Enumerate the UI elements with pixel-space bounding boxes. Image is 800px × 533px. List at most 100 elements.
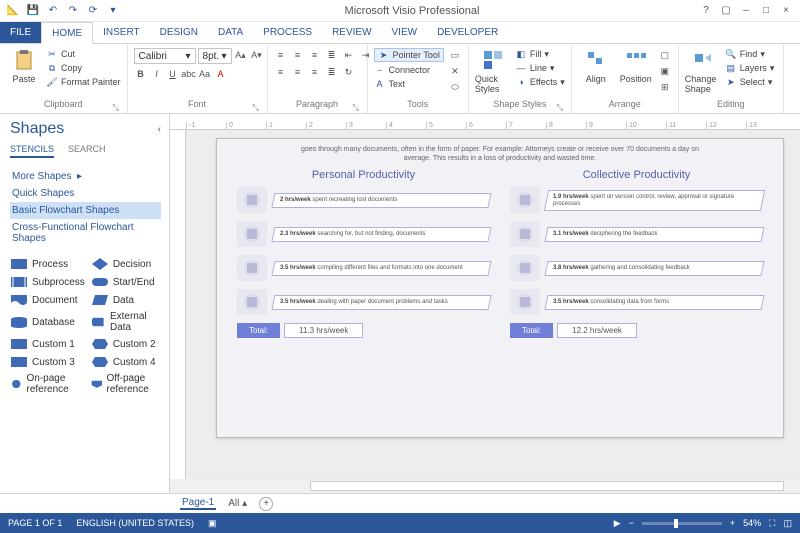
- align-center-icon[interactable]: ≡: [291, 65, 305, 79]
- increase-font-icon[interactable]: A▴: [234, 48, 248, 62]
- page-tab[interactable]: Page-1: [180, 497, 216, 510]
- indent-dec-icon[interactable]: ⇤: [342, 48, 356, 62]
- zoom-slider[interactable]: [642, 522, 722, 525]
- quick-styles-button[interactable]: Quick Styles: [475, 48, 511, 94]
- line-button[interactable]: ―Line ▾: [515, 62, 565, 74]
- select-button[interactable]: ➤Select ▾: [725, 76, 777, 88]
- cut-button[interactable]: ✂Cut: [46, 48, 121, 60]
- language-indicator[interactable]: ENGLISH (UNITED STATES): [76, 518, 194, 528]
- shape-custom-4[interactable]: Custom 4: [91, 355, 161, 369]
- zoom-out-icon[interactable]: −: [629, 518, 634, 528]
- shape-database[interactable]: Database: [10, 311, 85, 333]
- minimize-icon[interactable]: –: [738, 5, 754, 16]
- close-icon[interactable]: ×: [778, 5, 794, 16]
- tab-file[interactable]: FILE: [0, 22, 41, 43]
- bold-button[interactable]: B: [134, 67, 148, 81]
- refresh-icon[interactable]: ⟳: [86, 4, 100, 18]
- tab-data[interactable]: DATA: [208, 22, 253, 43]
- all-pages[interactable]: All ▴: [228, 498, 247, 509]
- stencil-basic-flowchart[interactable]: Basic Flowchart Shapes: [10, 202, 161, 219]
- align-button[interactable]: Align: [578, 48, 614, 84]
- change-shape-button[interactable]: Change Shape: [685, 48, 721, 94]
- underline-button[interactable]: U: [166, 67, 180, 81]
- dialog-launcher-icon[interactable]: ⤡: [251, 103, 261, 113]
- dialog-launcher-icon[interactable]: ⤡: [351, 103, 361, 113]
- shape-custom-1[interactable]: Custom 1: [10, 337, 85, 351]
- shape-decision[interactable]: Decision: [91, 257, 161, 271]
- strike-button[interactable]: abc: [182, 67, 196, 81]
- position-button[interactable]: Position: [618, 48, 654, 84]
- ribbon-collapse-icon[interactable]: ▢: [718, 5, 734, 16]
- help-icon[interactable]: ?: [698, 5, 714, 16]
- align-bot-icon[interactable]: ≡: [308, 48, 322, 62]
- align-left-icon[interactable]: ≡: [274, 65, 288, 79]
- undo-icon[interactable]: ↶: [46, 4, 60, 18]
- effects-button[interactable]: ◑Effects ▾: [515, 76, 565, 88]
- layers-button[interactable]: ▤Layers ▾: [725, 62, 777, 74]
- search-tab[interactable]: SEARCH: [68, 144, 106, 158]
- tab-process[interactable]: PROCESS: [253, 22, 322, 43]
- save-icon[interactable]: 💾: [26, 4, 40, 18]
- text-tool-button[interactable]: AText: [374, 78, 444, 90]
- tab-view[interactable]: VIEW: [382, 22, 428, 43]
- page-indicator[interactable]: PAGE 1 OF 1: [8, 518, 62, 528]
- horizontal-scrollbar[interactable]: [170, 479, 800, 493]
- bring-front-icon[interactable]: ▢: [658, 48, 672, 62]
- align-mid-icon[interactable]: ≡: [291, 48, 305, 62]
- copy-button[interactable]: ⧉Copy: [46, 62, 121, 74]
- format-painter-button[interactable]: 🖌Format Painter: [46, 76, 121, 88]
- font-color-button[interactable]: A: [214, 67, 228, 81]
- bullets-icon[interactable]: ≣: [325, 48, 339, 62]
- shape-process[interactable]: Process: [10, 257, 85, 271]
- send-back-icon[interactable]: ▣: [658, 64, 672, 78]
- pan-zoom-icon[interactable]: ◫: [783, 518, 792, 529]
- rectangle-tool-icon[interactable]: ▭: [448, 48, 462, 62]
- font-family-combo[interactable]: Calibri ▾: [134, 48, 196, 64]
- presentation-mode-icon[interactable]: ▶: [614, 518, 621, 529]
- page-area[interactable]: goes through many documents, often in th…: [186, 130, 800, 479]
- find-button[interactable]: 🔍Find ▾: [725, 48, 777, 60]
- tab-insert[interactable]: INSERT: [93, 22, 150, 43]
- shape-custom-3[interactable]: Custom 3: [10, 355, 85, 369]
- stencils-tab[interactable]: STENCILS: [10, 144, 54, 158]
- pointer-tool-button[interactable]: ➤Pointer Tool: [374, 48, 444, 62]
- freeform-tool-icon[interactable]: ✕: [448, 64, 462, 78]
- fill-button[interactable]: ◧Fill ▾: [515, 48, 565, 60]
- connector-tool-button[interactable]: ⎯Connector: [374, 64, 444, 76]
- zoom-level[interactable]: 54%: [743, 518, 761, 528]
- more-shapes[interactable]: More Shapes ▸: [10, 168, 161, 185]
- shape-off-page-reference[interactable]: Off-page reference: [91, 373, 161, 395]
- italic-button[interactable]: I: [150, 67, 164, 81]
- dialog-launcher-icon[interactable]: ⤡: [555, 103, 565, 113]
- shape-data[interactable]: Data: [91, 293, 161, 307]
- stencil-cross-functional[interactable]: Cross-Functional Flowchart Shapes: [10, 219, 161, 247]
- tab-developer[interactable]: DEVELOPER: [427, 22, 508, 43]
- shape-document[interactable]: Document: [10, 293, 85, 307]
- dialog-launcher-icon[interactable]: ⤡: [111, 103, 121, 113]
- align-top-icon[interactable]: ≡: [274, 48, 288, 62]
- paste-button[interactable]: Paste: [6, 48, 42, 84]
- shape-external-data[interactable]: External Data: [91, 311, 161, 333]
- font-case-button[interactable]: Aa: [198, 67, 212, 81]
- decrease-font-icon[interactable]: A▾: [250, 48, 264, 62]
- group-icon[interactable]: ⊞: [658, 80, 672, 94]
- tab-home[interactable]: HOME: [41, 22, 93, 44]
- align-right-icon[interactable]: ≡: [308, 65, 322, 79]
- qat-dropdown-icon[interactable]: ▾: [106, 4, 120, 18]
- add-page-button[interactable]: +: [259, 497, 273, 511]
- font-size-combo[interactable]: 8pt. ▾: [198, 48, 232, 64]
- stencil-quick-shapes[interactable]: Quick Shapes: [10, 185, 161, 202]
- justify-icon[interactable]: ≣: [325, 65, 339, 79]
- collapse-panel-icon[interactable]: ‹: [158, 124, 161, 135]
- ellipse-tool-icon[interactable]: ⬭: [448, 80, 462, 94]
- fit-page-icon[interactable]: ⛶: [769, 518, 775, 529]
- tab-review[interactable]: REVIEW: [322, 22, 381, 43]
- tab-design[interactable]: DESIGN: [150, 22, 208, 43]
- shape-on-page-reference[interactable]: On-page reference: [10, 373, 85, 395]
- shape-custom-2[interactable]: Custom 2: [91, 337, 161, 351]
- rotate-text-icon[interactable]: ↻: [342, 65, 356, 79]
- shape-subprocess[interactable]: Subprocess: [10, 275, 85, 289]
- redo-icon[interactable]: ↷: [66, 4, 80, 18]
- maximize-icon[interactable]: □: [758, 5, 774, 16]
- zoom-in-icon[interactable]: +: [730, 518, 735, 528]
